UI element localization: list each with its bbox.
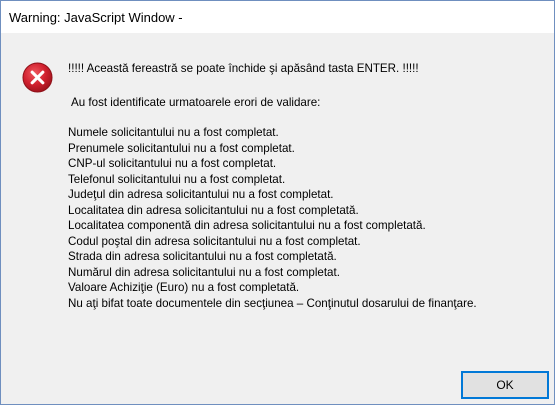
error-item: Strada din adresa solicitantului nu a fo… [68,250,337,263]
title-bar[interactable]: Warning: JavaScript Window - [1,1,554,33]
error-item: Valoare Achiziţie (Euro) nu a fost compl… [68,281,300,294]
ok-button[interactable]: OK [461,371,549,399]
error-icon [22,62,53,93]
error-item: Codul poştal din adresa solicitantului n… [68,234,361,248]
error-item: Numele solicitantului nu a fost completa… [68,126,279,139]
error-item: Telefonul solicitantului nu a fost compl… [68,172,286,186]
window-title: Warning: JavaScript Window - [9,10,183,25]
error-item: Prenumele solicitantului nu a fost compl… [68,141,295,155]
error-item: Numărul din adresa solicitantului nu a f… [68,265,340,279]
error-list: Numele solicitantului nu a fost completa… [68,125,477,311]
dialog-window: Warning: JavaScript Window - !!!!! Aceas… [0,0,555,405]
dialog-content: !!!!! Această fereastră se poate închide… [1,33,554,404]
error-item: Localitatea componentă din adresa solici… [68,219,426,232]
message-intro: Au fost identificate urmatoarele erori d… [71,96,321,109]
error-item: CNP-ul solicitantului nu a fost completa… [68,157,277,170]
error-item: Localitatea din adresa solicitantului nu… [68,203,359,217]
message-headline: !!!!! Această fereastră se poate închide… [68,62,419,75]
error-item: Judeţul din adresa solicitantului nu a f… [68,188,334,201]
error-item: Nu aţi bifat toate documentele din secţi… [68,296,477,310]
